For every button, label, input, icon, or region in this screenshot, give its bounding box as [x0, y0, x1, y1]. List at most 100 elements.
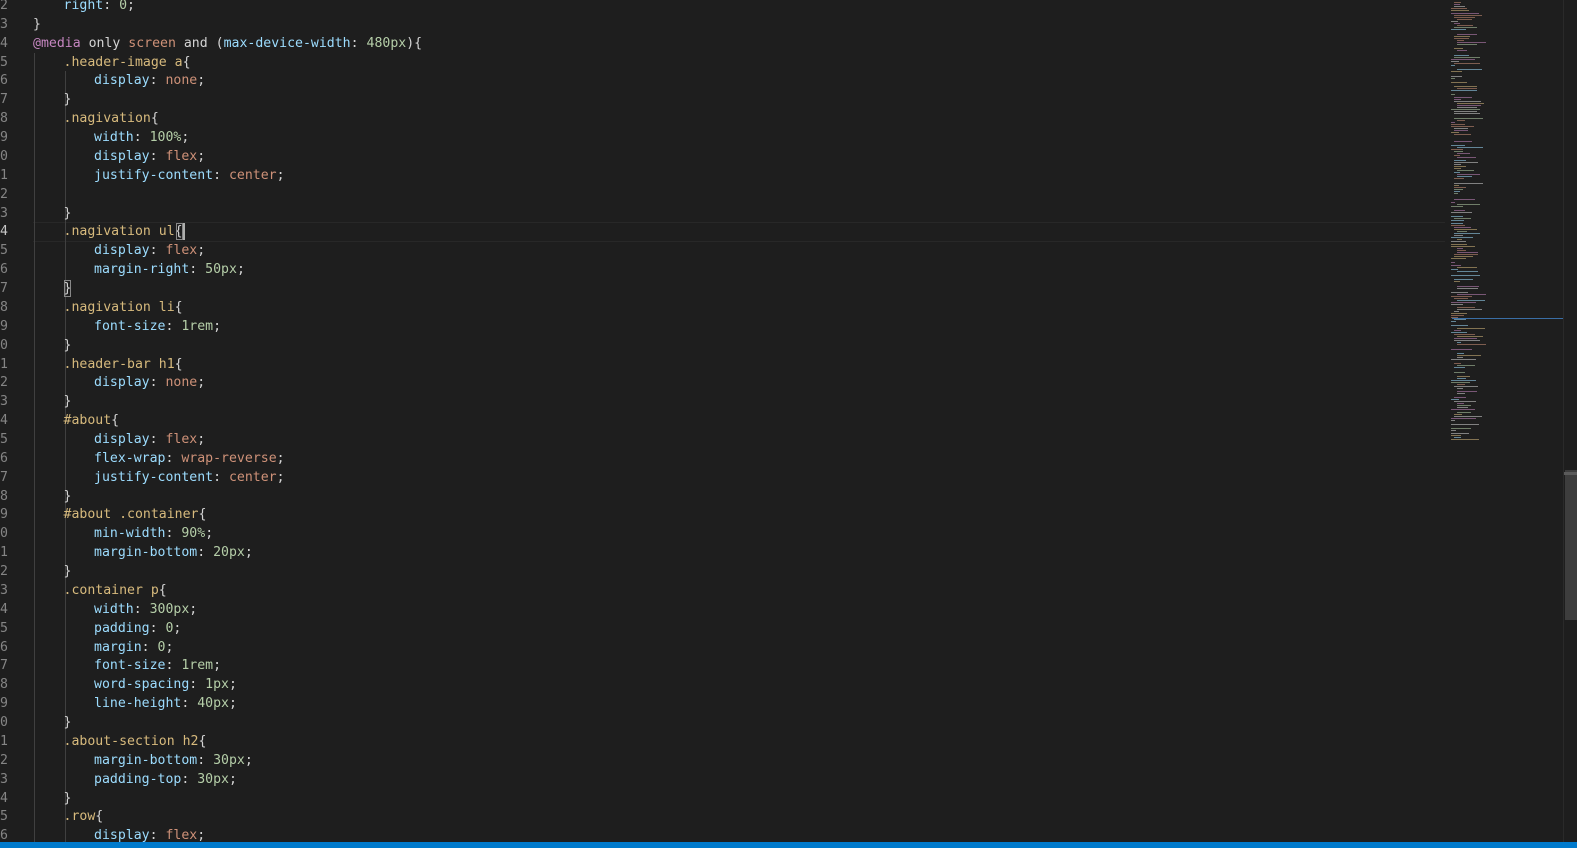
- code-token: display: [94, 243, 150, 259]
- code-line[interactable]: flex-wrap: wrap-reverse;: [94, 449, 285, 468]
- minimap-line: [1451, 201, 1455, 203]
- line-number: 3: [0, 394, 8, 410]
- code-token: ;: [197, 148, 206, 164]
- code-line[interactable]: min-width: 90%;: [94, 524, 213, 543]
- code-line[interactable]: display: none;: [94, 71, 205, 90]
- code-token: min-width: [94, 526, 166, 542]
- code-token: :: [141, 639, 158, 655]
- code-line[interactable]: margin-bottom: 20px;: [94, 543, 253, 562]
- minimap-line: [1451, 241, 1466, 243]
- code-token: 30px: [213, 752, 245, 768]
- code-token: .nagivation ul: [63, 224, 175, 240]
- code-line[interactable]: .nagivation ul{: [64, 222, 183, 241]
- minimap-line: [1457, 306, 1475, 308]
- minimap-line: [1457, 375, 1470, 377]
- minimap-line: [1451, 216, 1463, 218]
- code-line[interactable]: .header-image a{: [64, 53, 191, 72]
- minimap-line: [1454, 165, 1466, 167]
- code-line[interactable]: }: [64, 713, 72, 732]
- code-token: {: [182, 54, 191, 70]
- code-line[interactable]: display: flex;: [94, 241, 205, 260]
- indent-guide: [64, 656, 66, 676]
- code-line[interactable]: line-height: 40px;: [94, 694, 237, 713]
- minimap-line: [1451, 132, 1459, 134]
- minimap-line: [1451, 380, 1476, 381]
- code-line[interactable]: #about .container{: [64, 505, 207, 524]
- minimap-line: [1457, 41, 1486, 43]
- indent-guide: [64, 543, 66, 563]
- vertical-scrollbar[interactable]: [1563, 0, 1577, 842]
- code-line[interactable]: right: 0;: [64, 0, 136, 15]
- indent-guide: [64, 71, 66, 91]
- code-line[interactable]: .nagivation{: [64, 109, 159, 128]
- code-line[interactable]: @media only screen and (max-device-width…: [33, 34, 422, 53]
- code-line[interactable]: }: [64, 789, 72, 808]
- code-token: :: [165, 526, 182, 542]
- code-token: :: [213, 469, 229, 485]
- minimap-line: [1454, 54, 1469, 56]
- code-line[interactable]: .about-section h2{: [64, 732, 207, 751]
- minimap-line: [1451, 220, 1464, 222]
- code-line[interactable]: display: none;: [94, 373, 205, 392]
- indent-guide: [64, 675, 66, 695]
- code-line[interactable]: justify-content: center;: [94, 468, 285, 487]
- code-token: :: [149, 73, 166, 89]
- minimap-line: [1451, 12, 1479, 14]
- code-line[interactable]: margin: 0;: [94, 638, 173, 657]
- code-line[interactable]: #about{: [64, 411, 120, 430]
- minimap-line: [1451, 434, 1461, 436]
- code-token: :: [133, 130, 150, 146]
- minimap-line: [1454, 167, 1461, 169]
- minimap-line: [1454, 155, 1460, 157]
- code-token: {: [150, 111, 159, 127]
- code-line[interactable]: display: flex;: [94, 826, 205, 842]
- code-line[interactable]: }: [64, 336, 72, 355]
- code-line[interactable]: }: [64, 204, 72, 223]
- code-line[interactable]: margin-bottom: 30px;: [94, 751, 253, 770]
- code-line[interactable]: margin-right: 50px;: [94, 260, 245, 279]
- minimap-line: [1457, 102, 1484, 104]
- code-line[interactable]: font-size: 1rem;: [94, 317, 221, 336]
- scrollbar-thumb[interactable]: [1565, 470, 1577, 620]
- code-token: ;: [127, 0, 135, 13]
- code-token: ;: [197, 432, 206, 447]
- minimap-line: [1454, 340, 1480, 342]
- code-line[interactable]: }: [33, 15, 41, 34]
- code-token: ;: [276, 469, 285, 485]
- code-line[interactable]: padding: 0;: [94, 619, 181, 638]
- code-line[interactable]: font-size: 1rem;: [94, 656, 221, 675]
- code-line[interactable]: }: [64, 392, 72, 411]
- code-line[interactable]: justify-content: center;: [94, 166, 285, 185]
- code-line[interactable]: word-spacing: 1px;: [94, 675, 237, 694]
- minimap-line: [1454, 415, 1482, 417]
- code-editor[interactable]: 2 3 4 5 6 7 8 9 0 1 2 3 4 5 6 7 8 9 0 1 2 3 4 5 6 7 8 9 0 1 2 3 4 5 6 7 8 9 0 1…: [0, 0, 1577, 848]
- code-token: ;: [244, 752, 253, 768]
- minimap-line: [1451, 205, 1463, 207]
- code-line[interactable]: width: 300px;: [94, 600, 197, 619]
- line-number: 1: [0, 167, 8, 183]
- code-line[interactable]: .row{: [64, 807, 104, 826]
- code-area[interactable]: right: 0;} @media only screen and (max-de…: [33, 0, 1443, 842]
- minimap[interactable]: [1448, 0, 1563, 842]
- code-line[interactable]: padding-top: 30px;: [94, 770, 237, 789]
- code-line[interactable]: width: 100%;: [94, 128, 189, 147]
- minimap-line: [1451, 382, 1470, 384]
- code-line[interactable]: display: flex;: [94, 147, 205, 166]
- code-line[interactable]: .header-bar h1{: [64, 355, 183, 374]
- minimap-line: [1454, 436, 1461, 438]
- code-token: ;: [229, 677, 237, 693]
- code-token: 0: [119, 0, 128, 13]
- indent-guide: [64, 467, 66, 488]
- code-line[interactable]: .nagivation li{: [64, 298, 183, 317]
- minimap-line: [1454, 128, 1468, 129]
- code-line[interactable]: }: [64, 90, 72, 109]
- code-token: ;: [236, 262, 245, 278]
- minimap-line: [1457, 157, 1476, 159]
- code-line[interactable]: .container p{: [64, 581, 167, 600]
- code-line[interactable]: }: [64, 487, 72, 506]
- code-line[interactable]: display: flex;: [94, 430, 205, 449]
- indent-guide: [64, 637, 66, 657]
- code-line[interactable]: }: [64, 562, 72, 581]
- code-token: }: [63, 488, 72, 504]
- code-token: flex-wrap: [94, 450, 166, 466]
